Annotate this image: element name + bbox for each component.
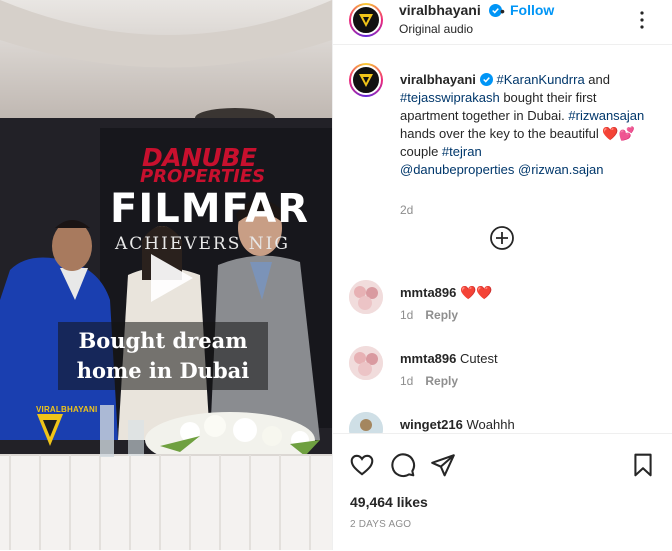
heart-emojis: ❤️💕	[602, 126, 635, 141]
load-more-comments-icon[interactable]	[489, 225, 515, 251]
audio-label[interactable]: Original audio	[399, 22, 473, 36]
comment-body: mmta896 ❤️❤️	[400, 285, 492, 301]
avatar[interactable]	[349, 280, 383, 314]
reply-button[interactable]: Reply	[425, 374, 458, 388]
hashtag-link[interactable]: #KaranKundrra	[497, 72, 585, 87]
likes-count[interactable]: 49,464 likes	[350, 494, 428, 510]
reply-button[interactable]: Reply	[425, 308, 458, 322]
avatar[interactable]	[349, 412, 383, 433]
comment-username[interactable]: mmta896	[400, 351, 456, 366]
comment-item: winget216 Woahhh	[349, 412, 659, 433]
viralbhayani-logo-icon	[359, 14, 373, 27]
comment-time[interactable]: 1d	[400, 308, 413, 322]
comment-body: winget216 Woahhh	[400, 417, 515, 432]
caption-avatar[interactable]	[349, 63, 383, 97]
verified-badge-icon	[479, 73, 493, 86]
mention-link[interactable]: @rizwan.sajan	[518, 162, 603, 177]
post-actions: 49,464 likes 2 DAYS AGO	[333, 433, 672, 551]
video-post[interactable]: DANUBE PROPERTIES FILMFAR ACHIEVERS NIG …	[0, 0, 332, 550]
comment-meta: 1d Reply	[400, 308, 458, 322]
mention-link[interactable]: @danubeproperties	[400, 162, 514, 177]
roses-avatar-icon	[349, 346, 383, 380]
hashtag-link[interactable]: #tejran	[442, 144, 482, 159]
brand-logo-properties: PROPERTIES	[140, 166, 266, 187]
caption-segment: couple	[400, 144, 442, 159]
person-avatar-icon	[349, 412, 383, 433]
header-username-row: viralbhayani	[399, 2, 503, 20]
caption-text: viralbhayani #KaranKundrra and #tejasswi…	[400, 71, 650, 179]
comment-body: mmta896 Cutest	[400, 351, 498, 366]
play-icon	[151, 254, 193, 302]
comment-item: mmta896 ❤️❤️ 1d Reply	[349, 280, 659, 340]
event-backdrop-title: FILMFAR	[110, 186, 309, 232]
avatar[interactable]	[349, 3, 383, 37]
comment-item: mmta896 Cutest 1d Reply	[349, 346, 659, 406]
comment-meta: 1d Reply	[400, 374, 458, 388]
comment-username[interactable]: mmta896	[400, 285, 456, 300]
heart-icon[interactable]	[349, 452, 375, 478]
avatar[interactable]	[349, 346, 383, 380]
post-header: viralbhayani • Follow Original audio	[333, 0, 672, 45]
separator-dot: •	[500, 3, 505, 19]
video-overlay-caption: Bought dream home in Dubai	[58, 322, 268, 390]
caption-timestamp[interactable]: 2d	[400, 203, 413, 217]
play-button[interactable]	[137, 246, 201, 310]
caption-username[interactable]: viralbhayani	[400, 72, 476, 87]
comments-section[interactable]: viralbhayani #KaranKundrra and #tejasswi…	[333, 45, 672, 433]
comment-time[interactable]: 1d	[400, 374, 413, 388]
comment-text: ❤️❤️	[460, 285, 493, 300]
comment-text: Woahhh	[466, 417, 515, 432]
comment-username[interactable]: winget216	[400, 417, 463, 432]
follow-button[interactable]: Follow	[510, 2, 554, 18]
more-options-icon[interactable]	[630, 8, 654, 32]
hashtag-link[interactable]: #rizwansajan	[568, 108, 644, 123]
comment-icon[interactable]	[390, 452, 416, 478]
roses-avatar-icon	[349, 280, 383, 314]
hashtag-link[interactable]: #tejasswiprakash	[400, 90, 500, 105]
post-date[interactable]: 2 DAYS AGO	[350, 519, 411, 530]
overlay-line-1: Bought dream	[78, 328, 248, 353]
watermark-text: VIRALBHAYANI	[36, 405, 98, 414]
save-bookmark-icon[interactable]	[630, 452, 656, 478]
caption-segment: and	[584, 72, 610, 87]
caption-segment: hands over the key to the beautiful	[400, 126, 603, 141]
overlay-line-2: home in Dubai	[76, 358, 250, 383]
viralbhayani-logo-icon	[359, 74, 373, 87]
header-username[interactable]: viralbhayani	[399, 2, 481, 18]
comment-text: Cutest	[460, 351, 498, 366]
share-icon[interactable]	[430, 452, 456, 478]
